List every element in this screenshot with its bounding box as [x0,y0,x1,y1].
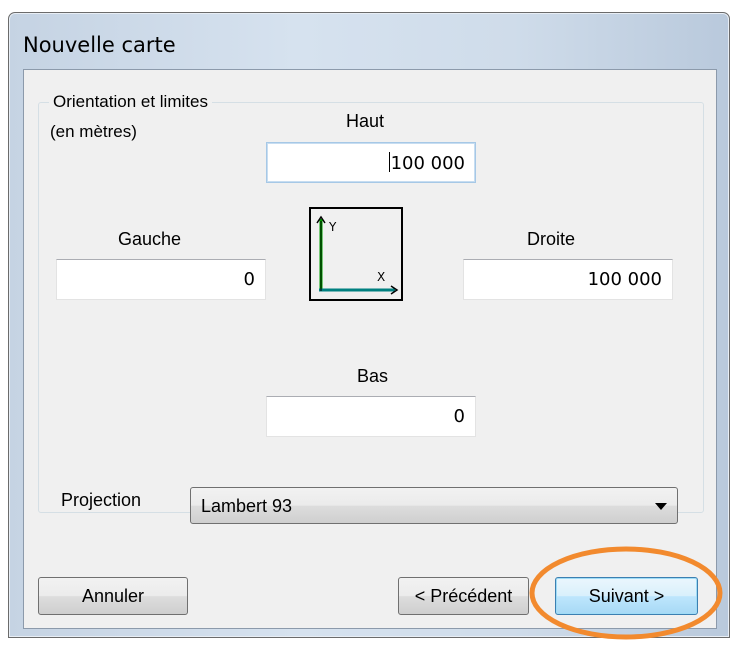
x-axis-label: X [377,270,385,284]
cancel-button[interactable]: Annuler [38,577,188,615]
projection-selected-value: Lambert 93 [201,496,293,516]
text-caret [388,152,390,172]
previous-button[interactable]: < Précédent [398,577,529,615]
projection-dropdown[interactable]: Lambert 93 [190,487,678,524]
title-bar[interactable]: Nouvelle carte [9,13,729,68]
right-limit-value: 100 000 [587,269,662,290]
units-label: (en mètres) [50,122,137,141]
bottom-label: Bas [357,366,389,386]
next-button[interactable]: Suivant > [555,577,698,615]
top-label: Haut [346,111,385,131]
projection-label: Projection [61,490,142,510]
axis-orientation-diagram: Y X [309,207,403,301]
left-label: Gauche [118,229,182,249]
axes-icon: Y X [316,215,399,295]
left-limit-value: 0 [243,269,255,290]
dropdown-arrow-icon[interactable] [655,503,667,510]
right-label: Droite [527,229,576,249]
bottom-limit-value: 0 [453,406,465,427]
dialog-title: Nouvelle carte [23,33,176,57]
right-limit-input[interactable]: 100 000 [463,259,673,300]
y-axis-label: Y [328,220,337,234]
bottom-limit-input[interactable]: 0 [266,396,476,437]
left-limit-input[interactable]: 0 [56,259,266,300]
top-limit-input[interactable]: 100 000 [266,142,476,183]
group-title: Orientation et limites [49,92,212,112]
top-limit-value: 100 000 [390,153,465,174]
